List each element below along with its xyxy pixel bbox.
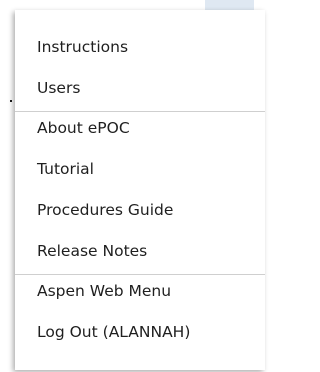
menu-item-aspen-web-menu[interactable]: Aspen Web Menu: [15, 277, 265, 318]
dropdown-menu: Instructions Users About ePOC Tutorial P…: [15, 10, 265, 370]
menu-group-admin: Instructions Users: [15, 10, 265, 112]
menu-item-procedures-guide[interactable]: Procedures Guide: [15, 196, 265, 237]
menu-item-instructions[interactable]: Instructions: [15, 33, 265, 74]
menu-item-tutorial[interactable]: Tutorial: [15, 155, 265, 196]
background-artifact: [10, 100, 12, 102]
menu-group-session: Aspen Web Menu Log Out (ALANNAH): [15, 275, 265, 355]
page: Instructions Users About ePOC Tutorial P…: [0, 0, 265, 372]
menu-item-about-epoc[interactable]: About ePOC: [15, 114, 265, 155]
menu-item-log-out[interactable]: Log Out (ALANNAH): [15, 318, 265, 355]
menu-item-release-notes[interactable]: Release Notes: [15, 237, 265, 274]
menu-group-help: About ePOC Tutorial Procedures Guide Rel…: [15, 112, 265, 275]
menu-item-users[interactable]: Users: [15, 74, 265, 111]
